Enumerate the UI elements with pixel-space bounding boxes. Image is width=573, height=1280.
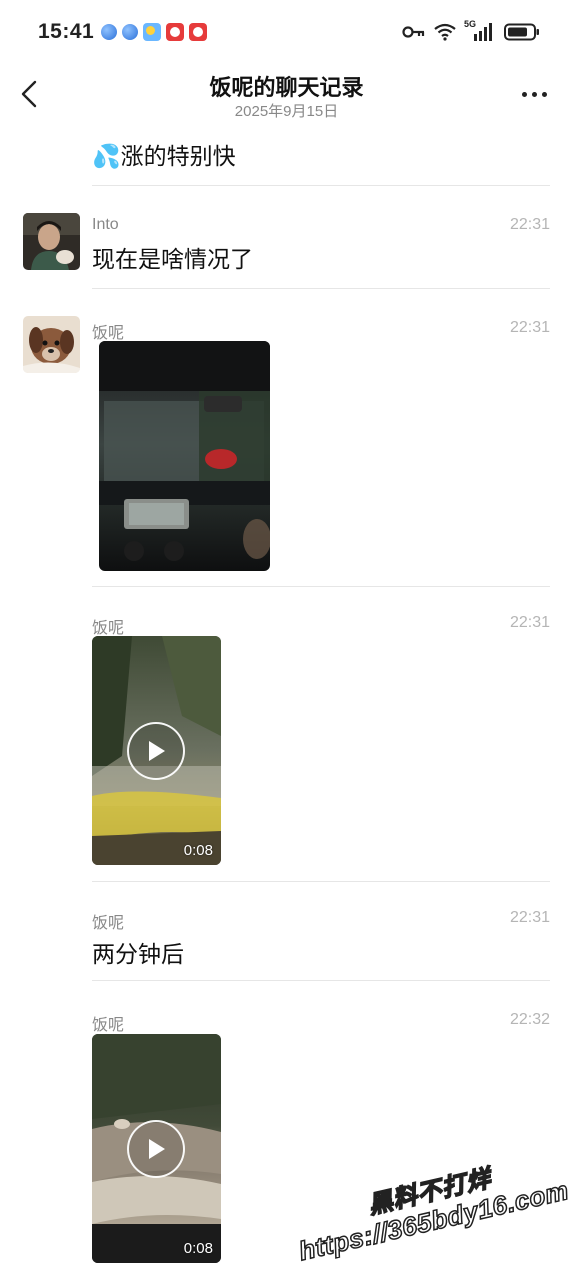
message-item[interactable]: 饭呢 22:31 两分钟后	[0, 882, 573, 981]
more-button[interactable]	[514, 84, 554, 104]
play-button[interactable]	[127, 1120, 185, 1178]
video-thumbnail[interactable]: 0:08	[92, 1034, 221, 1263]
message-time: 22:32	[509, 1011, 550, 1028]
image-thumbnail[interactable]	[99, 341, 270, 571]
system-icons: 5G	[402, 19, 540, 42]
wifi-icon	[434, 23, 456, 41]
message-sender: 饭呢	[92, 1017, 125, 1034]
message-sender: 饭呢	[92, 325, 125, 342]
message-time: 22:31	[509, 614, 550, 631]
message-item[interactable]: 饭呢 22:31	[0, 587, 573, 882]
app-red-icon	[189, 23, 207, 41]
message-item[interactable]: 饭呢 22:31	[0, 289, 573, 587]
signal-5g-icon: 5G	[464, 19, 496, 42]
message-time: 22:31	[509, 319, 550, 336]
message-list[interactable]: 💦涨的特别快 Into 22:31 现在是啥情况了 饭呢 22:31 饭呢 22…	[0, 124, 573, 1280]
message-text: 现在是啥情况了	[92, 246, 253, 272]
message-sender: 饭呢	[92, 915, 125, 932]
play-button[interactable]	[127, 722, 185, 780]
message-time: 22:31	[509, 909, 550, 926]
page-subtitle-date: 2025年9月15日	[234, 103, 339, 120]
message-item[interactable]: 💦涨的特别快	[0, 124, 573, 186]
status-time: 15:41	[38, 20, 95, 43]
message-item[interactable]: 饭呢 22:32 0:08	[0, 981, 573, 1280]
video-duration: 0:08	[183, 1240, 213, 1257]
video-thumbnail[interactable]: 0:08	[92, 636, 221, 865]
play-icon	[149, 1139, 165, 1159]
browser-icon	[101, 24, 117, 40]
message-item[interactable]: Into 22:31 现在是啥情况了	[0, 186, 573, 289]
weather-icon	[143, 23, 161, 41]
chat-history-header: 饭呢的聊天记录 2025年9月15日	[0, 64, 573, 124]
battery-icon	[504, 23, 539, 41]
more-dots-icon	[521, 91, 527, 97]
message-time: 22:31	[509, 216, 550, 233]
key-icon	[402, 26, 425, 38]
video-duration: 0:08	[183, 842, 213, 859]
app-red-icon	[166, 23, 184, 41]
message-sender: Into	[92, 216, 119, 233]
message-text: 两分钟后	[92, 941, 184, 967]
play-icon	[149, 741, 165, 761]
notification-icons	[101, 23, 207, 41]
message-sender: 饭呢	[92, 620, 125, 637]
status-bar: 15:41 5G	[0, 0, 573, 64]
page-title: 饭呢的聊天记录	[209, 75, 364, 100]
browser-icon	[122, 24, 138, 40]
avatar[interactable]	[23, 316, 80, 373]
message-text: 💦涨的特别快	[92, 143, 236, 169]
avatar[interactable]	[23, 213, 80, 270]
